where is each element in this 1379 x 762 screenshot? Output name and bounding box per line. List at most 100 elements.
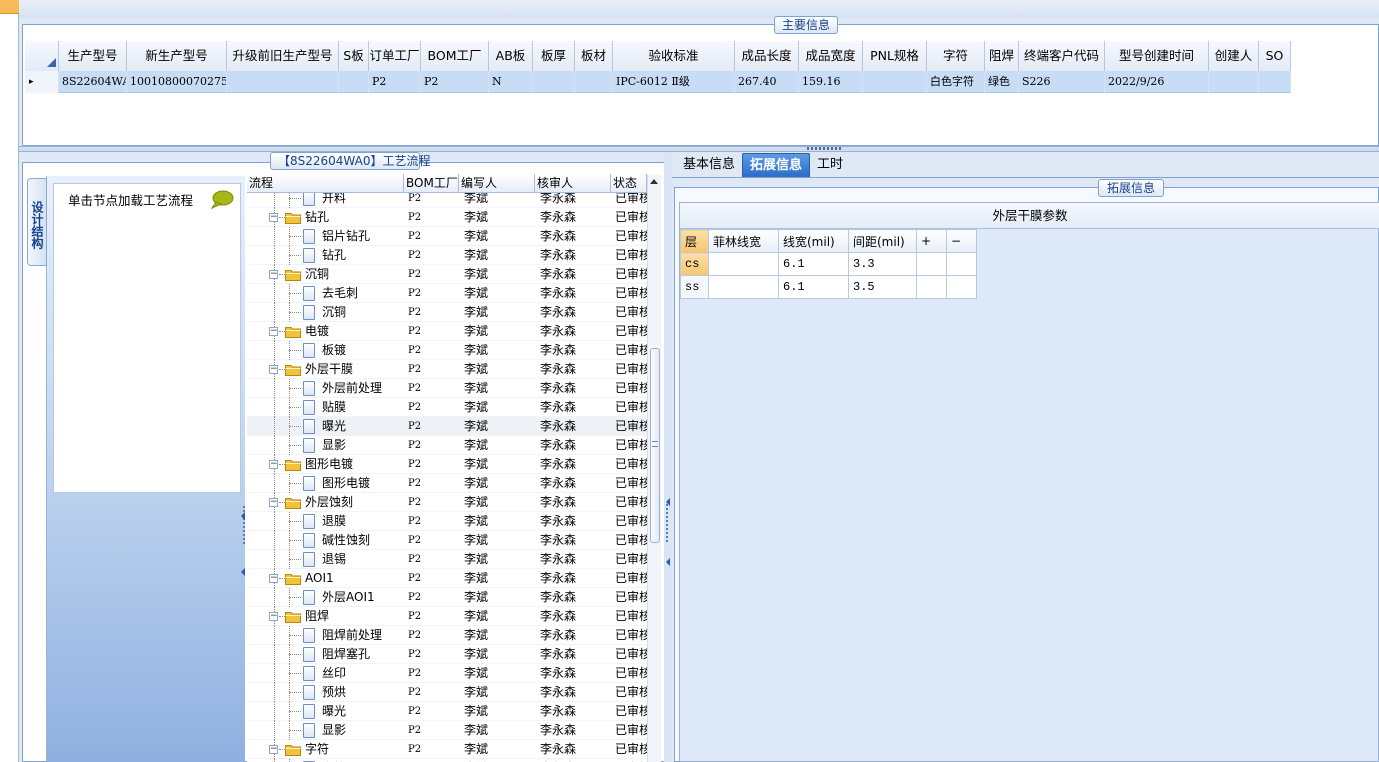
scroll-up-icon[interactable]: [650, 179, 658, 184]
tree-row[interactable]: 预烘 P2 李斌 李永森 已审核: [247, 683, 647, 702]
column-header[interactable]: BOM工厂: [421, 41, 489, 71]
reviewer-cell[interactable]: 李永森: [535, 436, 611, 455]
param-column-header[interactable]: 菲林线宽: [708, 229, 779, 253]
grid-cell[interactable]: [227, 71, 339, 93]
status-cell[interactable]: 已审核: [611, 645, 647, 664]
status-cell[interactable]: 已审核: [611, 474, 647, 493]
collapse-toggle-icon[interactable]: −: [269, 460, 278, 469]
bom-cell[interactable]: P2: [404, 398, 459, 417]
column-header[interactable]: PNL规格: [863, 41, 927, 71]
bom-cell[interactable]: P2: [404, 645, 459, 664]
writer-cell[interactable]: 李斌: [459, 417, 535, 436]
writer-cell[interactable]: 李斌: [459, 208, 535, 227]
param-cell[interactable]: 3.3: [848, 252, 917, 276]
status-cell[interactable]: 已审核: [611, 379, 647, 398]
column-header[interactable]: SO: [1259, 41, 1291, 71]
reviewer-cell[interactable]: 李永森: [535, 360, 611, 379]
tree-row[interactable]: 碱性蚀刻 P2 李斌 李永森 已审核: [247, 531, 647, 550]
tree-row[interactable]: − AOI1 P2 李斌 李永森 已审核: [247, 569, 647, 588]
grid-cell[interactable]: 绿色: [985, 71, 1019, 93]
param-cell[interactable]: 3.5: [848, 275, 917, 299]
reviewer-cell[interactable]: 李永森: [535, 303, 611, 322]
tree-column-header[interactable]: 核审人: [535, 174, 611, 193]
tree-row[interactable]: 外层AOI1 P2 李斌 李永森 已审核: [247, 588, 647, 607]
grid-cell[interactable]: 267.40: [735, 71, 799, 93]
tree-row[interactable]: 图形电镀 P2 李斌 李永森 已审核: [247, 474, 647, 493]
tree-node-cell[interactable]: 贴膜: [247, 398, 404, 417]
reviewer-cell[interactable]: 李永森: [535, 721, 611, 740]
bom-cell[interactable]: P2: [404, 626, 459, 645]
status-cell[interactable]: 已审核: [611, 493, 647, 512]
column-header[interactable]: 字符: [927, 41, 985, 71]
tree-node-cell[interactable]: 阻焊塞孔: [247, 645, 404, 664]
writer-cell[interactable]: 李斌: [459, 379, 535, 398]
tree-row[interactable]: 丝印 P2 李斌 李永森 已审核: [247, 664, 647, 683]
tree-column-header[interactable]: BOM工厂: [404, 174, 459, 193]
bom-cell[interactable]: P2: [404, 550, 459, 569]
collapse-toggle-icon[interactable]: −: [269, 745, 278, 754]
tree-node-cell[interactable]: − 钻孔: [247, 208, 404, 227]
bom-cell[interactable]: P2: [404, 227, 459, 246]
status-cell[interactable]: 已审核: [611, 588, 647, 607]
tree-row[interactable]: 显影 P2 李斌 李永森 已审核: [247, 436, 647, 455]
tree-row[interactable]: 曝光 P2 李斌 李永森 已审核: [247, 417, 647, 436]
column-header[interactable]: 成品长度: [735, 41, 799, 71]
status-cell[interactable]: 已审核: [611, 455, 647, 474]
grid-cell[interactable]: [1259, 71, 1291, 93]
param-cell[interactable]: 6.1: [778, 275, 849, 299]
reviewer-cell[interactable]: 李永森: [535, 531, 611, 550]
column-header[interactable]: 验收标准: [613, 41, 735, 71]
bom-cell[interactable]: P2: [404, 512, 459, 531]
status-cell[interactable]: 已审核: [611, 702, 647, 721]
collapse-toggle-icon[interactable]: −: [269, 574, 278, 583]
tree-node-cell[interactable]: − 阻焊: [247, 607, 404, 626]
param-cell[interactable]: [946, 252, 977, 276]
status-cell[interactable]: 已审核: [611, 227, 647, 246]
tree-row[interactable]: 退膜 P2 李斌 李永森 已审核: [247, 512, 647, 531]
vertical-splitter-right[interactable]: [664, 152, 672, 762]
reviewer-cell[interactable]: 李永森: [535, 702, 611, 721]
writer-cell[interactable]: 李斌: [459, 265, 535, 284]
bom-cell[interactable]: P2: [404, 721, 459, 740]
status-cell[interactable]: 已审核: [611, 341, 647, 360]
param-cell[interactable]: [708, 275, 779, 299]
writer-cell[interactable]: 李斌: [459, 360, 535, 379]
tree-node-cell[interactable]: 外层前处理: [247, 379, 404, 398]
reviewer-cell[interactable]: 李永森: [535, 740, 611, 759]
tree-column-header[interactable]: 流程: [247, 174, 404, 193]
grid-cell[interactable]: [533, 71, 575, 93]
tree-row[interactable]: 铝片钻孔 P2 李斌 李永森 已审核: [247, 227, 647, 246]
grid-cell[interactable]: [575, 71, 613, 93]
status-cell[interactable]: 已审核: [611, 569, 647, 588]
grid-cell[interactable]: [1209, 71, 1259, 93]
tree-row[interactable]: 阻焊前处理 P2 李斌 李永森 已审核: [247, 626, 647, 645]
bom-cell[interactable]: P2: [404, 531, 459, 550]
bom-cell[interactable]: P2: [404, 569, 459, 588]
tree-row[interactable]: − 钻孔 P2 李斌 李永森 已审核: [247, 208, 647, 227]
param-cell[interactable]: 6.1: [778, 252, 849, 276]
param-column-header[interactable]: +: [916, 229, 947, 253]
writer-cell[interactable]: 李斌: [459, 227, 535, 246]
bom-cell[interactable]: P2: [404, 702, 459, 721]
column-header[interactable]: 生产型号: [59, 41, 127, 71]
tree-node-cell[interactable]: 丝印: [247, 664, 404, 683]
column-header[interactable]: 阻焊: [985, 41, 1019, 71]
column-header[interactable]: 成品宽度: [799, 41, 863, 71]
writer-cell[interactable]: 李斌: [459, 341, 535, 360]
writer-cell[interactable]: 李斌: [459, 645, 535, 664]
tree-row[interactable]: − 电镀 P2 李斌 李永森 已审核: [247, 322, 647, 341]
param-column-header[interactable]: 线宽(mil): [778, 229, 849, 253]
tree-node-cell[interactable]: 外层AOI1: [247, 588, 404, 607]
tree-node-cell[interactable]: 阻焊前处理: [247, 626, 404, 645]
column-header[interactable]: 创建人: [1209, 41, 1259, 71]
reviewer-cell[interactable]: 李永森: [535, 683, 611, 702]
collapse-toggle-icon[interactable]: −: [269, 365, 278, 374]
column-header[interactable]: S板: [339, 41, 369, 71]
status-cell[interactable]: 已审核: [611, 417, 647, 436]
status-cell[interactable]: 已审核: [611, 322, 647, 341]
status-cell[interactable]: 已审核: [611, 265, 647, 284]
status-cell[interactable]: 已审核: [611, 626, 647, 645]
collapse-left-icon[interactable]: [666, 498, 670, 506]
tree-row[interactable]: 外层前处理 P2 李斌 李永森 已审核: [247, 379, 647, 398]
reviewer-cell[interactable]: 李永森: [535, 645, 611, 664]
